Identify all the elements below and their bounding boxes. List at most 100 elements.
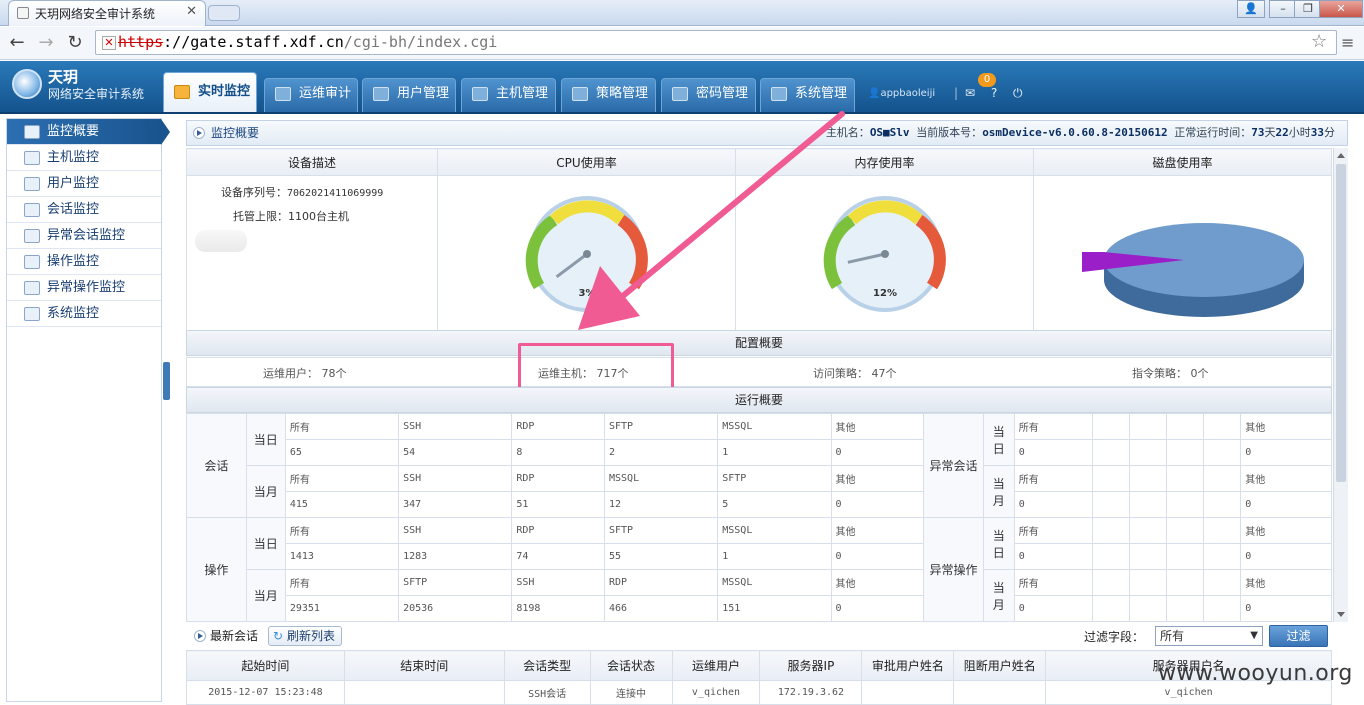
nav-tab-policy[interactable]: 策略管理 bbox=[561, 78, 656, 112]
memory-gauge: 12% bbox=[823, 196, 946, 312]
run-value-cell: 1 bbox=[717, 439, 832, 466]
run-header-cell: 其他 bbox=[830, 465, 925, 492]
abnormal-header-cell bbox=[1166, 465, 1205, 492]
serial-label: 设备序列号： bbox=[221, 186, 287, 199]
sidebar-item-session[interactable]: 会话监控 bbox=[7, 197, 161, 223]
back-icon[interactable]: ← bbox=[6, 33, 28, 53]
nav-tab-users[interactable]: 用户管理 bbox=[362, 78, 456, 112]
run-value-cell: 51 bbox=[511, 491, 605, 518]
abnormal-value-cell: 0 bbox=[1240, 595, 1332, 622]
ops-users-count: 运维用户： 78个 bbox=[263, 367, 347, 380]
column-header[interactable]: 服务器IP bbox=[759, 650, 863, 681]
column-header[interactable]: 起始时间 bbox=[186, 650, 345, 681]
restore-button[interactable]: ❐ bbox=[1294, 0, 1322, 18]
run-header-cell: 所有 bbox=[284, 517, 400, 544]
uptime-days: 73 bbox=[1251, 126, 1265, 139]
sidebar-item-abnormal-operation[interactable]: 异常操作监控 bbox=[7, 275, 161, 301]
table-cell bbox=[343, 680, 505, 705]
username: appbaoleiji bbox=[880, 88, 936, 99]
panel-header: 监控概要 主机名：OS■Slv 当前版本号：osmDevice-v6.0.60.… bbox=[186, 120, 1348, 146]
filter-select[interactable]: 所有 ▼ bbox=[1155, 626, 1263, 646]
minimize-button[interactable]: – bbox=[1269, 0, 1297, 18]
brand-subtitle: 网络安全审计系统 bbox=[48, 87, 145, 101]
filter-button[interactable]: 过滤 bbox=[1269, 625, 1328, 647]
insecure-lock-icon[interactable]: ✕ bbox=[102, 36, 116, 50]
reload-icon[interactable]: ↻ bbox=[64, 33, 86, 53]
nav-label: 运维审计 bbox=[299, 86, 352, 101]
browser-tab[interactable]: 天玥网络安全审计系统 ✕ bbox=[8, 0, 206, 26]
profile-icon[interactable]: 👤 bbox=[1237, 0, 1265, 18]
browser-menu-icon[interactable]: ≡ bbox=[1341, 33, 1354, 52]
scroll-up-icon[interactable] bbox=[1337, 153, 1345, 158]
sidebar-item-label: 用户监控 bbox=[47, 176, 100, 191]
nav-tab-hosts[interactable]: 主机管理 bbox=[461, 78, 556, 112]
logout-icon[interactable]: ⏻ bbox=[1013, 86, 1023, 101]
abnormal-value-cell bbox=[1166, 439, 1205, 466]
column-header[interactable]: 结束时间 bbox=[343, 650, 505, 681]
uptime-minutes-unit: 分 bbox=[1324, 126, 1335, 139]
run-value-cell: 1 bbox=[717, 543, 832, 570]
new-tab-button[interactable] bbox=[208, 5, 240, 21]
brand-name: 天玥 bbox=[48, 68, 79, 86]
column-header[interactable]: 审批用户姓名 bbox=[861, 650, 955, 681]
nav-tab-realtime[interactable]: 实时监控 bbox=[163, 72, 257, 112]
abnormal-value-cell: 0 bbox=[1013, 439, 1094, 466]
run-period-label: 当月 bbox=[245, 569, 286, 622]
mail-icon[interactable]: ✉ bbox=[965, 86, 975, 100]
cpu-value-label: 3% bbox=[579, 288, 596, 299]
run-header-cell: RDP bbox=[511, 465, 605, 492]
close-tab-icon[interactable]: ✕ bbox=[186, 4, 197, 19]
tab-title: 天玥网络安全审计系统 bbox=[35, 7, 156, 21]
sidebar-collapse-handle[interactable] bbox=[163, 362, 170, 400]
version-value: osmDevice-v6.0.60.8-20150612 bbox=[982, 126, 1168, 139]
collapse-arrow-icon[interactable] bbox=[193, 127, 205, 139]
abnormal-value-cell bbox=[1129, 491, 1168, 518]
column-header[interactable]: 阻断用户姓名 bbox=[953, 650, 1047, 681]
run-period-label: 当日 bbox=[245, 517, 286, 570]
config-summary-title: 配置概要 bbox=[186, 330, 1332, 356]
cpu-gauge-cell: 3% bbox=[437, 175, 736, 331]
sidebar-item-abnormal-session[interactable]: 异常会话监控 bbox=[7, 223, 161, 249]
abnormal-session-icon bbox=[24, 229, 40, 243]
nav-tab-system[interactable]: 系统管理 bbox=[760, 78, 855, 112]
nav-tab-audit[interactable]: 运维审计 bbox=[264, 78, 358, 112]
host-name: OS■Slv bbox=[869, 126, 910, 139]
run-header-cell: MSSQL bbox=[717, 517, 832, 544]
content-scrollbar[interactable] bbox=[1333, 148, 1348, 622]
sidebar-item-overview[interactable]: 监控概要 bbox=[7, 119, 170, 145]
sidebar-item-system[interactable]: 系统监控 bbox=[7, 301, 161, 327]
run-header-cell: 其他 bbox=[830, 413, 925, 440]
url-host: ://gate.staff.xdf.cn bbox=[163, 33, 344, 51]
abnormal-header-cell: 所有 bbox=[1013, 569, 1094, 596]
sidebar-item-host[interactable]: 主机监控 bbox=[7, 145, 161, 171]
refresh-list-button[interactable]: 刷新列表 bbox=[268, 626, 343, 646]
close-window-button[interactable]: ✕ bbox=[1319, 0, 1363, 18]
run-value-cell: 0 bbox=[830, 543, 925, 570]
sidebar-item-operation[interactable]: 操作监控 bbox=[7, 249, 161, 275]
table-cell: 2015-12-07 15:23:48 bbox=[186, 680, 345, 705]
disk-header: 磁盘使用率 bbox=[1033, 148, 1332, 176]
collapse-arrow-icon[interactable] bbox=[194, 630, 206, 642]
sidebar-item-user[interactable]: 用户监控 bbox=[7, 171, 161, 197]
scroll-thumb[interactable] bbox=[1336, 164, 1346, 482]
column-header[interactable]: 运维用户 bbox=[671, 650, 761, 681]
run-value-cell: 2 bbox=[603, 439, 719, 466]
limit-line: 托管上限：1100台主机 bbox=[233, 208, 349, 224]
run-summary-table: 会话 当日 所有 SSH RDP SFTP MSSQL 其他 异常会话 当日 所有 其他 65 54 8 2 1… bbox=[186, 413, 1332, 622]
disk-pie-cell bbox=[1033, 175, 1332, 331]
browser-titlebar: 天玥网络安全审计系统 ✕ 👤 – ❐ ✕ bbox=[0, 0, 1364, 26]
nav-tab-password[interactable]: 密码管理 bbox=[661, 78, 756, 112]
column-header[interactable]: 会话类型 bbox=[503, 650, 591, 681]
run-header-cell: SFTP bbox=[603, 413, 719, 440]
run-header-cell: SFTP bbox=[717, 465, 832, 492]
abnormal-value-cell bbox=[1203, 439, 1242, 466]
forward-icon[interactable]: → bbox=[35, 33, 57, 53]
table-cell: 连接中 bbox=[589, 680, 673, 705]
abnormal-value-cell: 0 bbox=[1240, 543, 1332, 570]
chevron-down-icon: ▼ bbox=[1250, 630, 1258, 641]
address-bar[interactable]: https://gate.staff.xdf.cn/cgi-bh/index.c… bbox=[95, 30, 1337, 55]
scroll-down-icon[interactable] bbox=[1337, 612, 1345, 617]
help-icon[interactable]: ? bbox=[991, 86, 997, 100]
bookmark-star-icon[interactable]: ☆ bbox=[1311, 31, 1327, 52]
column-header[interactable]: 会话状态 bbox=[589, 650, 673, 681]
